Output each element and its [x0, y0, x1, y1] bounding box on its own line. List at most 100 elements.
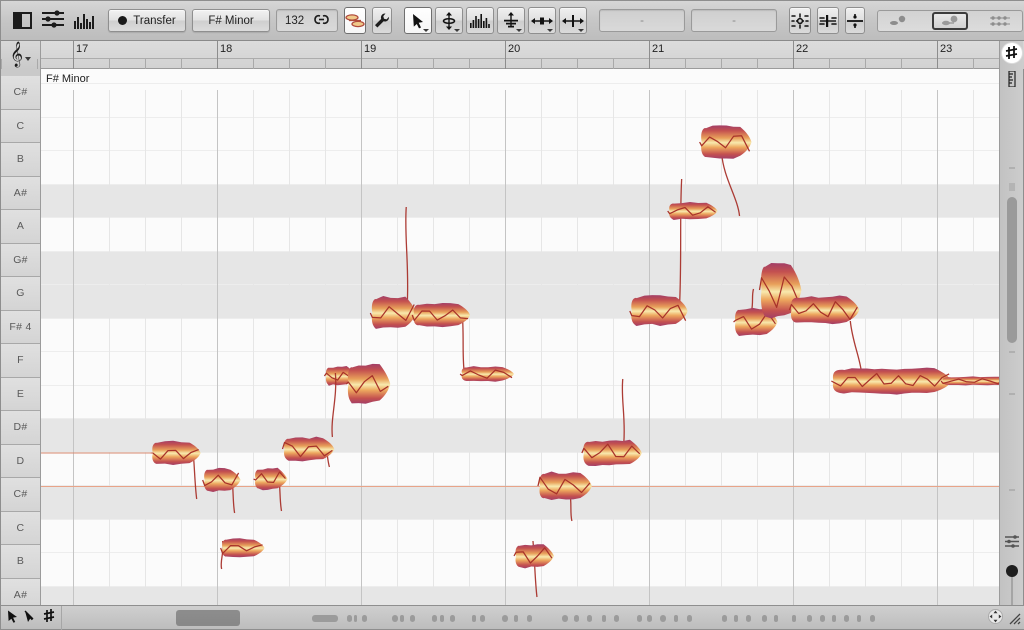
piano-key-d[interactable]: D# — [1, 411, 40, 445]
arrow-cursor-icon[interactable] — [7, 610, 18, 626]
right-side-panel[interactable] — [999, 41, 1024, 619]
note-blob-layer[interactable] — [41, 90, 999, 607]
piano-key-d[interactable]: D — [1, 444, 40, 478]
overview-waveform-segment — [574, 614, 579, 622]
transfer-button[interactable]: Transfer — [108, 9, 186, 32]
note-blob[interactable] — [413, 303, 471, 328]
overview-waveform-segment — [587, 614, 592, 622]
note-blob[interactable] — [515, 544, 554, 569]
scroll-tick — [1009, 167, 1015, 169]
vertical-scrollbar[interactable] — [1007, 197, 1017, 343]
piano-key-c[interactable]: C# — [1, 478, 40, 512]
chevron-down-icon — [547, 29, 553, 32]
melodyne-window: Transfer F# Minor 132 - - 𝄞 17 18 19 20 … — [0, 0, 1024, 630]
note-blobs-svg[interactable] — [41, 90, 999, 607]
piano-key-a[interactable]: A — [1, 210, 40, 244]
edit-pointer-icon[interactable] — [24, 610, 37, 626]
pitch-tool-button[interactable] — [435, 7, 463, 34]
piano-key-f[interactable]: F — [1, 344, 40, 378]
pitch-transition-line[interactable] — [621, 378, 625, 444]
note-blob[interactable] — [583, 439, 642, 466]
note-blob[interactable] — [347, 363, 391, 404]
note-blob[interactable] — [832, 367, 952, 395]
pitch-transition-line[interactable] — [849, 320, 862, 372]
note-detail-view-button[interactable] — [932, 11, 968, 30]
sharp-sign-button[interactable] — [1001, 43, 1022, 63]
ruler-sub-tick — [433, 59, 434, 69]
panel-toggle-icon[interactable] — [13, 11, 32, 32]
piano-key-b[interactable]: B — [1, 143, 40, 177]
grid-view-button[interactable] — [982, 12, 1018, 30]
timing-tool-button[interactable] — [528, 7, 556, 34]
clef-selector[interactable]: 𝄞 — [1, 41, 41, 69]
note-editor[interactable]: F# Minor — [41, 69, 999, 607]
chevron-down-icon — [25, 56, 31, 61]
ruler-bar-label: 20 — [508, 43, 521, 55]
top-toolbar: Transfer F# Minor 132 - - — [1, 1, 1024, 41]
info-field-1-value: - — [640, 14, 644, 27]
overview-waveform-segment — [450, 614, 455, 622]
leveling-macro-button[interactable] — [845, 7, 865, 34]
sliders-icon[interactable] — [41, 9, 65, 32]
ruler-sub-tick — [973, 59, 974, 69]
pitch-transition-line[interactable] — [405, 206, 409, 305]
note-blob[interactable] — [255, 467, 288, 491]
navigation-pad-icon[interactable] — [988, 608, 1003, 627]
overview-waveform-segment — [637, 614, 642, 622]
pitch-transition-line[interactable] — [750, 288, 755, 312]
overview-waveform-segment — [734, 614, 738, 622]
level-sliders-button[interactable] — [1000, 529, 1024, 553]
ruler-sub-tick — [757, 59, 758, 69]
project-overview-scrollbar[interactable] — [62, 606, 984, 630]
overview-waveform-segment — [870, 614, 875, 622]
tempo-field[interactable]: 132 — [276, 9, 338, 32]
chevron-down-icon — [578, 29, 584, 32]
bottom-bar — [1, 605, 1024, 630]
ruler-track[interactable]: 17 18 19 20 21 22 23 — [1, 41, 1010, 69]
chevron-down-icon — [516, 29, 522, 32]
main-tool-button[interactable] — [404, 7, 432, 34]
scale-ruler-button[interactable] — [1000, 67, 1024, 91]
formant-tool-button[interactable] — [466, 7, 494, 34]
view-icon-group — [13, 9, 96, 32]
piano-key-c[interactable]: C — [1, 511, 40, 545]
wrench-button[interactable] — [372, 7, 392, 34]
link-icon[interactable] — [314, 14, 329, 28]
piano-key-f4[interactable]: F# 4 — [1, 310, 40, 344]
scale-button[interactable]: F# Minor — [192, 9, 270, 32]
sharp-icon[interactable] — [43, 609, 55, 626]
pitch-transition-line[interactable] — [720, 152, 741, 217]
timing-macro-button[interactable] — [817, 7, 839, 34]
piano-key-e[interactable]: E — [1, 377, 40, 411]
blob-view-button[interactable] — [882, 12, 918, 30]
note-blob[interactable] — [539, 471, 592, 501]
piano-key-c[interactable]: C — [1, 109, 40, 143]
scroll-tick — [1009, 183, 1015, 191]
note-separation-tool-button[interactable] — [559, 7, 587, 34]
note-blob[interactable] — [790, 295, 860, 325]
overview-waveform-segment — [774, 614, 778, 622]
info-field-2[interactable]: - — [691, 9, 777, 32]
info-field-1[interactable]: - — [599, 9, 685, 32]
ruler-bar-label: 21 — [652, 43, 665, 55]
zoom-fader-knob[interactable] — [1006, 565, 1018, 577]
amplitude-tool-button[interactable] — [497, 7, 525, 34]
piano-key-b[interactable]: B — [1, 545, 40, 579]
note-blob[interactable] — [631, 295, 688, 326]
pitch-macro-button[interactable] — [789, 7, 811, 34]
note-blob[interactable] — [284, 436, 335, 462]
timeline-ruler[interactable]: 𝄞 17181920212223 ♩ — [1, 41, 1024, 69]
piano-key-a[interactable]: A# — [1, 176, 40, 210]
piano-key-c[interactable]: C# — [1, 76, 40, 110]
ruler-sub-tick — [397, 59, 398, 69]
spectrum-icon[interactable] — [74, 12, 96, 32]
pitch-transition-line[interactable] — [679, 178, 683, 304]
resize-grip-icon[interactable] — [1007, 611, 1021, 625]
algorithm-button[interactable] — [344, 7, 366, 34]
piano-key-g[interactable]: G# — [1, 243, 40, 277]
pitch-keyboard[interactable]: C# C B A# A G# G F# 4 F E D# D C# C B A# — [1, 69, 41, 612]
note-blob[interactable] — [701, 125, 752, 159]
overview-viewport-handle[interactable] — [176, 609, 240, 626]
overview-waveform-segment — [614, 614, 619, 622]
piano-key-g[interactable]: G — [1, 277, 40, 311]
